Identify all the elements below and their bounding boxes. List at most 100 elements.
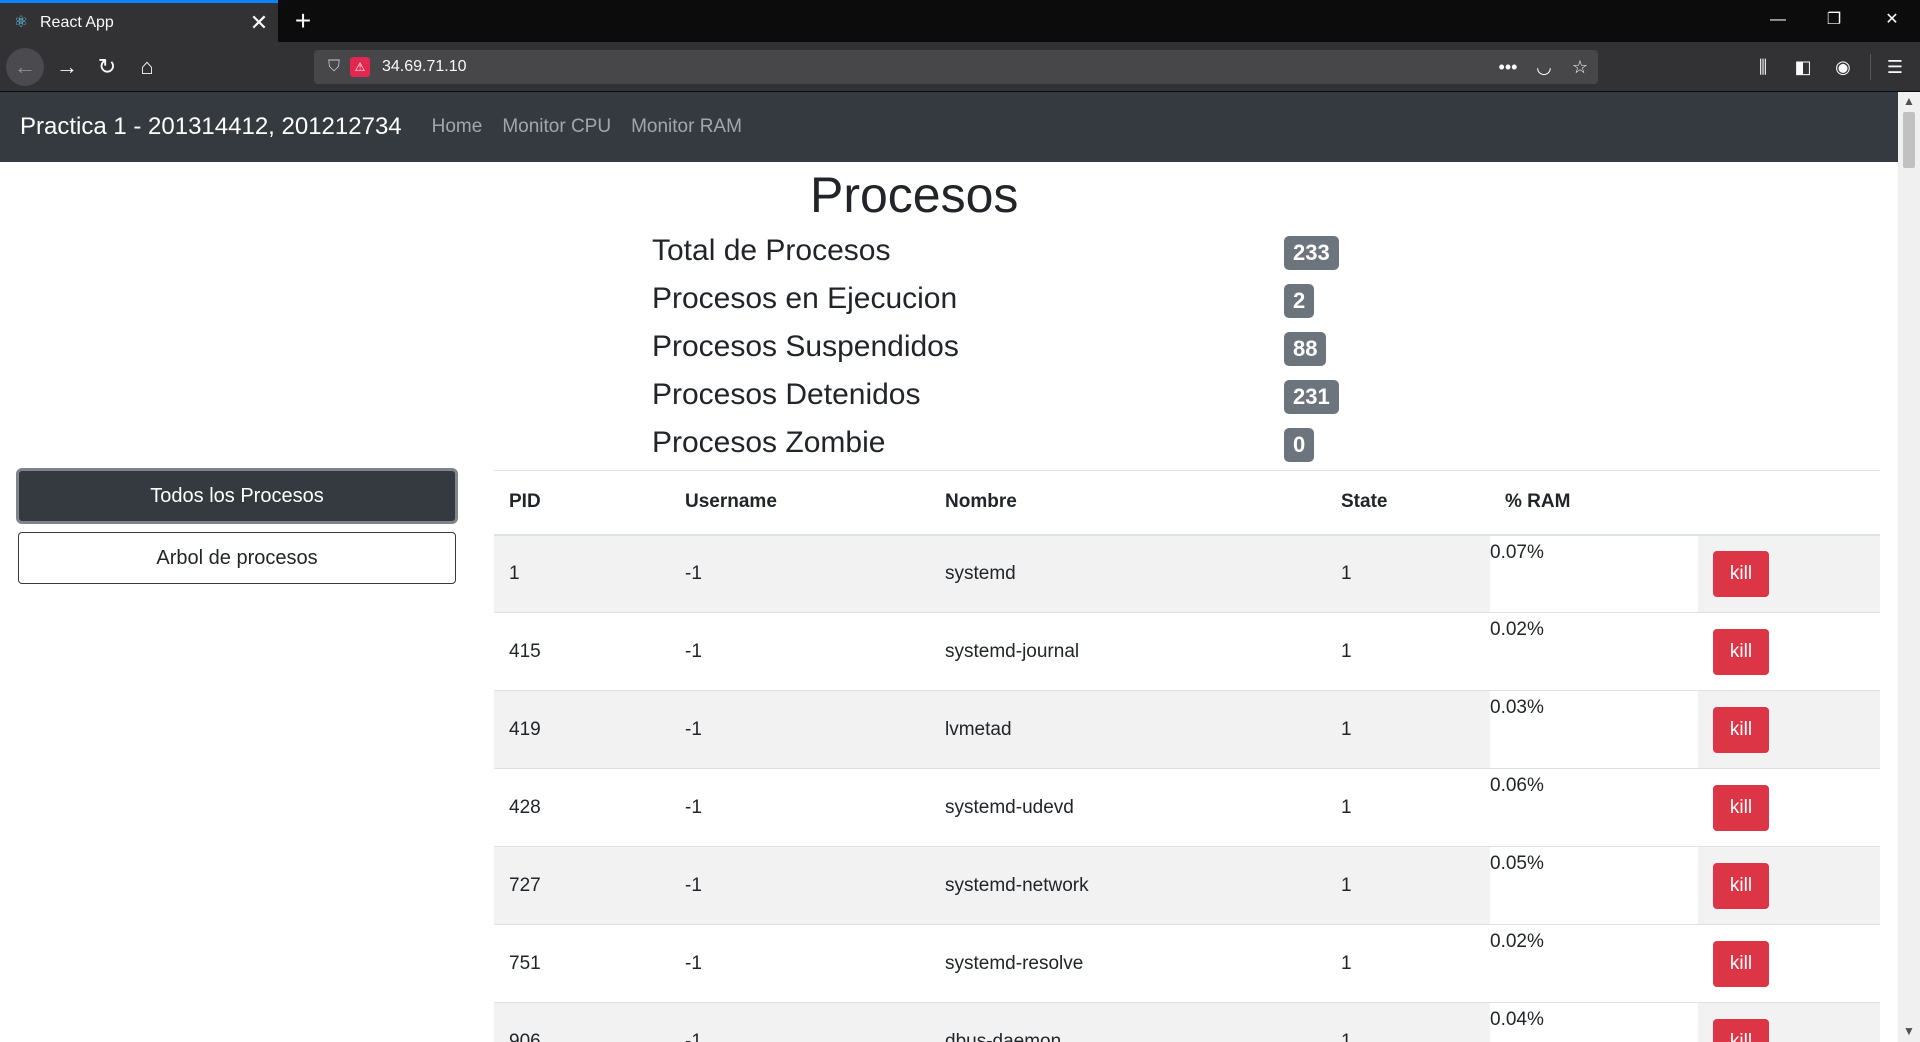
table-row: 415 -1 systemd-journal 1 0.02% kill (494, 612, 1880, 691)
table-row: 906 -1 dbus-daemon 1 0.04% kill (494, 1002, 1880, 1042)
column-header-nombre: Nombre (930, 470, 1326, 536)
process-table-body: 1 -1 systemd 1 0.07% kill 415 -1 systemd… (494, 534, 1880, 1042)
cell-nombre: systemd-journal (930, 612, 1326, 691)
nav-monitor-ram-link[interactable]: Monitor RAM (631, 116, 742, 138)
scroll-up-icon[interactable]: ▲ (1903, 94, 1915, 108)
kill-button[interactable]: kill (1713, 940, 1769, 987)
url-text[interactable]: 34.69.71.10 (382, 58, 1490, 76)
cell-pid: 751 (494, 924, 670, 1003)
restore-icon[interactable]: ❐ (1806, 0, 1862, 40)
minimize-icon[interactable]: — (1750, 0, 1806, 40)
account-icon[interactable]: ◉ (1826, 50, 1860, 84)
column-header-ram: % RAM (1490, 470, 1698, 536)
table-row: 727 -1 systemd-network 1 0.05% kill (494, 846, 1880, 925)
cell-pid: 727 (494, 846, 670, 925)
kill-button[interactable]: kill (1713, 628, 1769, 675)
cell-pid: 415 (494, 612, 670, 691)
browser-tab[interactable]: ⚛ React App ✕ (0, 0, 278, 42)
cell-ram: 0.05% (1490, 846, 1698, 925)
more-actions-icon[interactable]: ••• (1490, 57, 1526, 78)
cell-actions: kill (1698, 924, 1880, 1003)
cell-state: 1 (1326, 768, 1490, 847)
react-icon: ⚛ (13, 13, 29, 31)
kill-button[interactable]: kill (1713, 784, 1769, 831)
browser-toolbar: ← → ↻ ⌂ ⛉ ⚠ 34.69.71.10 ••• ◡ ☆ ⫼ ◧ ◉ ☰ (0, 42, 1920, 92)
home-button[interactable]: ⌂ (128, 48, 166, 86)
cell-ram: 0.07% (1490, 534, 1698, 613)
pocket-icon[interactable]: ◡ (1526, 57, 1562, 78)
cell-username: -1 (670, 846, 930, 925)
tab-title: React App (40, 13, 114, 31)
cell-username: -1 (670, 1002, 930, 1042)
page-title: Procesos (810, 167, 1019, 223)
cell-pid: 906 (494, 1002, 670, 1042)
cell-pid: 428 (494, 768, 670, 847)
stat-row-running: Procesos en Ejecucion 2 (652, 280, 1342, 328)
table-row: 428 -1 systemd-udevd 1 0.06% kill (494, 768, 1880, 847)
process-table-container: PID Username Nombre State % RAM 1 -1 sys… (494, 470, 1880, 1042)
scrollbar-thumb[interactable] (1903, 112, 1915, 168)
cell-actions: kill (1698, 534, 1880, 613)
stat-badge: 233 (1284, 236, 1339, 270)
stat-label: Procesos Detenidos (652, 378, 921, 411)
kill-button[interactable]: kill (1713, 1018, 1769, 1042)
toolbar-divider (1870, 54, 1871, 80)
kill-button[interactable]: kill (1713, 862, 1769, 909)
table-row: 419 -1 lvmetad 1 0.03% kill (494, 690, 1880, 769)
cell-pid: 1 (494, 534, 670, 613)
cell-actions: kill (1698, 768, 1880, 847)
cell-actions: kill (1698, 1002, 1880, 1042)
nav-home-link[interactable]: Home (432, 116, 483, 138)
new-tab-button[interactable]: + (286, 4, 320, 38)
url-bar[interactable]: ⛉ ⚠ 34.69.71.10 ••• ◡ ☆ (314, 50, 1598, 84)
process-stats: Total de Procesos 233 Procesos en Ejecuc… (652, 232, 1342, 472)
shield-icon[interactable]: ⛉ (324, 58, 344, 76)
close-window-icon[interactable]: ✕ (1864, 0, 1920, 40)
column-header-actions (1698, 470, 1880, 536)
kill-button[interactable]: kill (1713, 550, 1769, 597)
cell-nombre: systemd-resolve (930, 924, 1326, 1003)
process-table: PID Username Nombre State % RAM 1 -1 sys… (494, 470, 1880, 1042)
table-row: 751 -1 systemd-resolve 1 0.02% kill (494, 924, 1880, 1003)
forward-button[interactable]: → (48, 48, 86, 86)
cell-nombre: dbus-daemon (930, 1002, 1326, 1042)
cell-username: -1 (670, 768, 930, 847)
cell-ram: 0.04% (1490, 1002, 1698, 1042)
cell-ram: 0.02% (1490, 612, 1698, 691)
sidebar: Todos los Procesos Arbol de procesos (16, 468, 458, 584)
stat-badge: 88 (1284, 332, 1327, 366)
cell-state: 1 (1326, 690, 1490, 769)
all-processes-button[interactable]: Todos los Procesos (16, 468, 458, 524)
kill-button[interactable]: kill (1713, 706, 1769, 753)
browser-tabstrip: ⚛ React App ✕ + — ❐ ✕ (0, 0, 1920, 42)
cell-state: 1 (1326, 534, 1490, 613)
bookmark-star-icon[interactable]: ☆ (1562, 57, 1598, 78)
scroll-down-icon[interactable]: ▼ (1903, 1024, 1915, 1038)
stat-badge: 2 (1284, 284, 1315, 318)
insecure-lock-icon[interactable]: ⚠ (350, 57, 370, 77)
back-button[interactable]: ← (6, 48, 44, 86)
cell-state: 1 (1326, 1002, 1490, 1042)
sidebar-icon[interactable]: ◧ (1786, 50, 1820, 84)
app-navbar: Practica 1 - 201314412, 201212734 Home M… (0, 92, 1898, 162)
close-tab-icon[interactable]: ✕ (244, 8, 274, 38)
cell-username: -1 (670, 924, 930, 1003)
cell-state: 1 (1326, 924, 1490, 1003)
cell-nombre: systemd-udevd (930, 768, 1326, 847)
table-header-row: PID Username Nombre State % RAM (494, 470, 1880, 536)
stat-row-suspended: Procesos Suspendidos 88 (652, 328, 1342, 376)
menu-icon[interactable]: ☰ (1878, 50, 1912, 84)
cell-ram: 0.02% (1490, 924, 1698, 1003)
library-icon[interactable]: ⫼ (1746, 50, 1780, 84)
stat-row-total: Total de Procesos 233 (652, 232, 1342, 280)
cell-ram: 0.06% (1490, 768, 1698, 847)
stat-label: Procesos en Ejecucion (652, 282, 958, 315)
stat-label: Total de Procesos (652, 234, 891, 267)
process-tree-button[interactable]: Arbol de procesos (18, 532, 456, 584)
nav-monitor-cpu-link[interactable]: Monitor CPU (502, 116, 611, 138)
brand[interactable]: Practica 1 - 201314412, 201212734 (20, 113, 402, 141)
stat-label: Procesos Suspendidos (652, 330, 959, 363)
reload-button[interactable]: ↻ (88, 48, 126, 86)
page-scrollbar[interactable]: ▲ ▼ (1898, 92, 1920, 1042)
cell-username: -1 (670, 612, 930, 691)
